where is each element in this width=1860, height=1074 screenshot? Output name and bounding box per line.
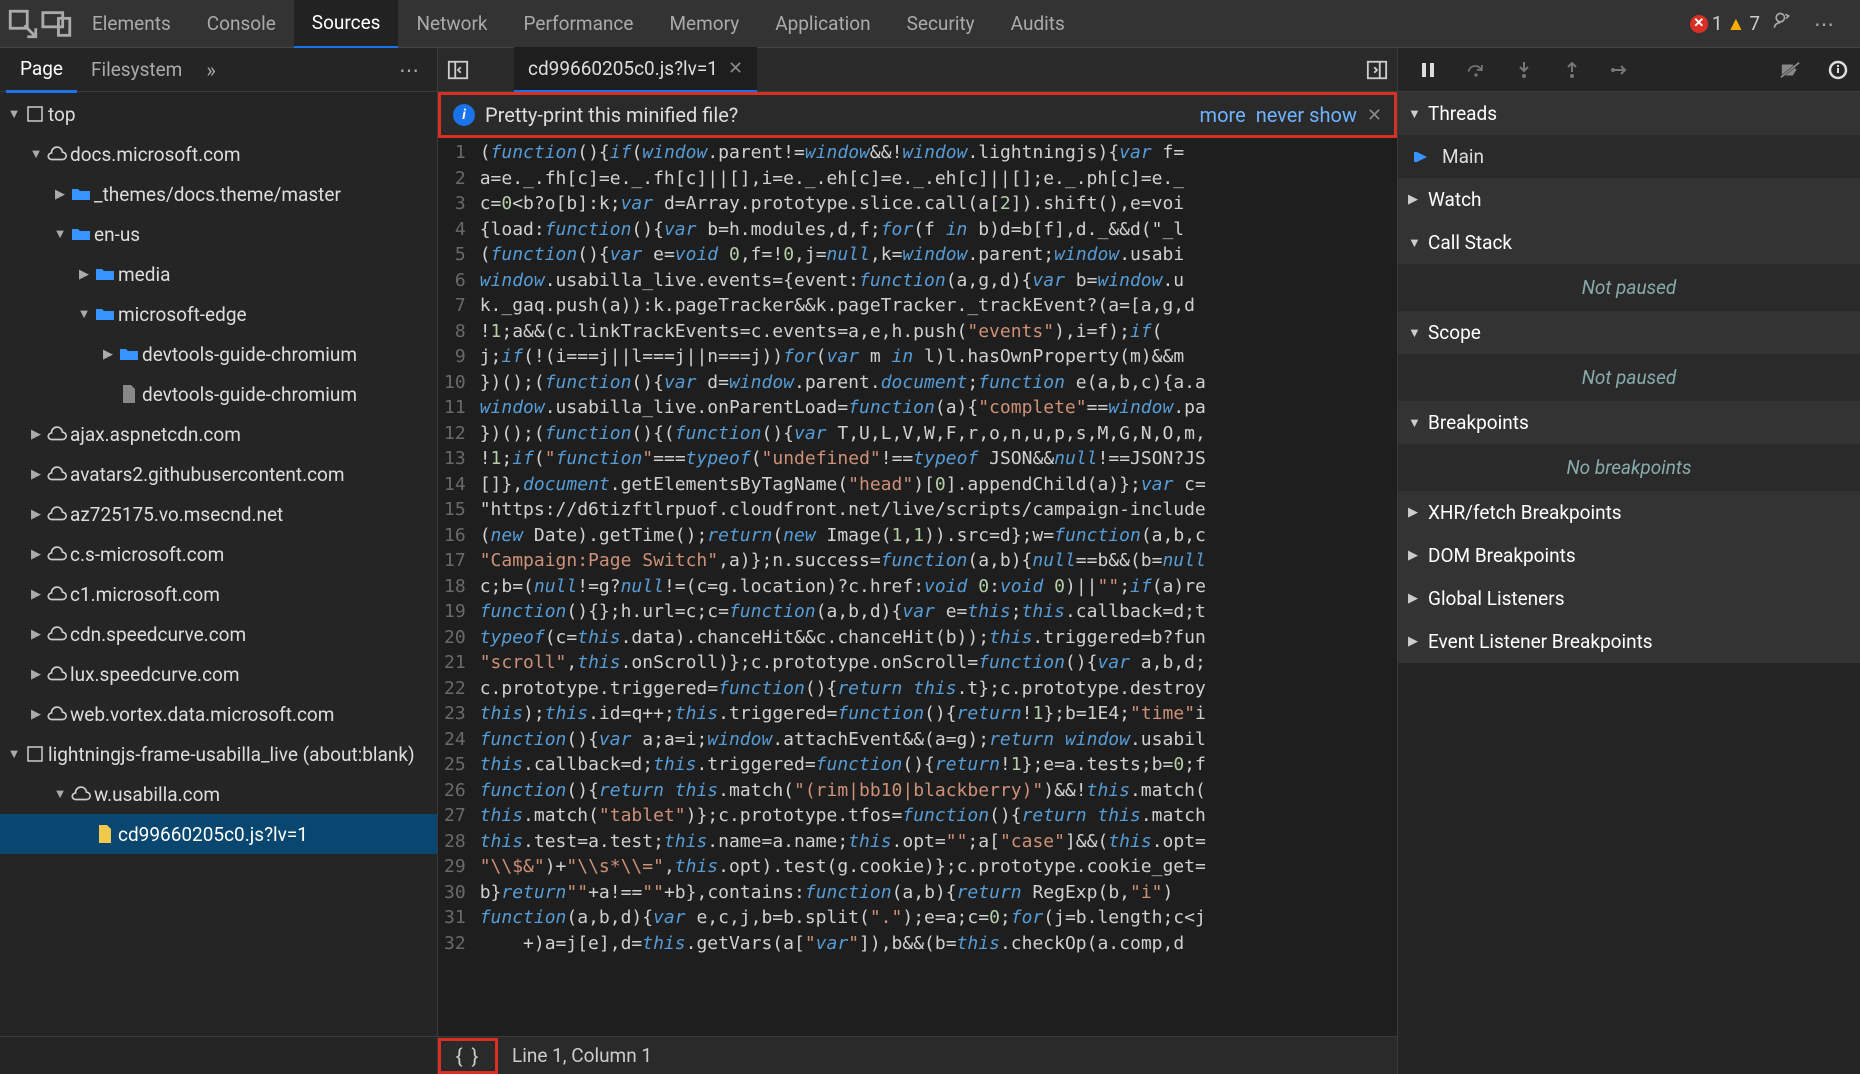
tree-domain[interactable]: ▶avatars2.githubusercontent.com	[0, 454, 437, 494]
error-count: 1	[1712, 12, 1723, 35]
editor-tab-label: cd99660205c0.js?lv=1	[528, 57, 718, 80]
toggle-debugger-icon[interactable]	[1361, 54, 1393, 86]
infobar-more-link[interactable]: more	[1200, 103, 1246, 127]
warning-badge[interactable]: ▲	[1727, 12, 1746, 36]
pretty-print-infobar: i Pretty-print this minified file? more …	[438, 92, 1397, 138]
tree-folder[interactable]: ▼microsoft-edge	[0, 294, 437, 334]
tree-domain[interactable]: ▶cdn.speedcurve.com	[0, 614, 437, 654]
tree-domain[interactable]: ▶ajax.aspnetcdn.com	[0, 414, 437, 454]
inspect-icon[interactable]	[6, 7, 40, 41]
dbg-section-breakpoints[interactable]: ▼Breakpoints	[1398, 401, 1860, 444]
step-over-button[interactable]	[1454, 52, 1498, 88]
pause-button[interactable]	[1406, 52, 1450, 88]
step-button[interactable]	[1598, 52, 1642, 88]
more-icon[interactable]: ⋯	[1804, 12, 1846, 36]
tab-performance[interactable]: Performance	[506, 0, 652, 47]
pretty-print-button[interactable]: { }	[438, 1038, 498, 1074]
tab-elements[interactable]: Elements	[74, 0, 189, 47]
dbg-section-threads[interactable]: ▼Threads	[1398, 92, 1860, 135]
device-toggle-icon[interactable]	[40, 7, 74, 41]
tab-security[interactable]: Security	[889, 0, 993, 47]
callstack-empty: Not paused	[1398, 264, 1860, 311]
close-tab-icon[interactable]: ✕	[728, 58, 743, 79]
tab-network[interactable]: Network	[398, 0, 505, 47]
left-tab-filesystem[interactable]: Filesystem	[77, 48, 196, 91]
dbg-section-dom[interactable]: ▶DOM Breakpoints	[1398, 534, 1860, 577]
infobar-never-show-link[interactable]: never show	[1256, 103, 1357, 127]
tree-folder[interactable]: ▼en-us	[0, 214, 437, 254]
scope-empty: Not paused	[1398, 354, 1860, 401]
left-tabs-overflow-icon[interactable]: »	[196, 58, 225, 82]
tree-frame[interactable]: ▼lightningjs-frame-usabilla_live (about:…	[0, 734, 437, 774]
tab-memory[interactable]: Memory	[651, 0, 757, 47]
dbg-section-xhr[interactable]: ▶XHR/fetch Breakpoints	[1398, 491, 1860, 534]
tree-domain[interactable]: ▶az725175.vo.msecnd.net	[0, 494, 437, 534]
dbg-section-scope[interactable]: ▼Scope	[1398, 311, 1860, 354]
info-icon: i	[453, 104, 475, 126]
tree-file-selected[interactable]: cd99660205c0.js?lv=1	[0, 814, 437, 854]
left-more-icon[interactable]: ⋯	[389, 58, 431, 82]
tab-sources[interactable]: Sources	[294, 0, 399, 49]
tree-domain[interactable]: ▼docs.microsoft.com	[0, 134, 437, 174]
step-into-button[interactable]	[1502, 52, 1546, 88]
cursor-position: Line 1, Column 1	[498, 1044, 652, 1067]
tree-folder[interactable]: ▶devtools-guide-chromium	[0, 334, 437, 374]
thread-main[interactable]: Main	[1398, 135, 1860, 178]
pause-on-exceptions-button[interactable]	[1816, 52, 1860, 88]
tree-domain[interactable]: ▶web.vortex.data.microsoft.com	[0, 694, 437, 734]
feedback-icon[interactable]	[1764, 11, 1800, 36]
tree-file[interactable]: devtools-guide-chromium	[0, 374, 437, 414]
tree-domain[interactable]: ▶c1.microsoft.com	[0, 574, 437, 614]
file-tree: ▼top ▼docs.microsoft.com ▶_themes/docs.t…	[0, 92, 437, 1036]
dbg-section-watch[interactable]: ▶Watch	[1398, 178, 1860, 221]
tree-domain[interactable]: ▶c.s-microsoft.com	[0, 534, 437, 574]
dbg-section-callstack[interactable]: ▼Call Stack	[1398, 221, 1860, 264]
tab-audits[interactable]: Audits	[993, 0, 1083, 47]
warning-count: 7	[1749, 12, 1760, 35]
step-out-button[interactable]	[1550, 52, 1594, 88]
left-tab-page[interactable]: Page	[6, 47, 77, 93]
close-infobar-icon[interactable]: ✕	[1367, 105, 1382, 126]
code-editor[interactable]: 1234567891011121314151617181920212223242…	[438, 138, 1397, 1036]
toggle-navigator-icon[interactable]	[442, 54, 474, 86]
dbg-section-global[interactable]: ▶Global Listeners	[1398, 577, 1860, 620]
deactivate-breakpoints-button[interactable]	[1768, 52, 1812, 88]
tab-console[interactable]: Console	[189, 0, 294, 47]
tree-domain[interactable]: ▼w.usabilla.com	[0, 774, 437, 814]
tree-frame-top[interactable]: ▼top	[0, 94, 437, 134]
tree-folder[interactable]: ▶media	[0, 254, 437, 294]
editor-tab[interactable]: cd99660205c0.js?lv=1 ✕	[514, 47, 757, 93]
tree-folder[interactable]: ▶_themes/docs.theme/master	[0, 174, 437, 214]
dbg-section-eventlistener[interactable]: ▶Event Listener Breakpoints	[1398, 620, 1860, 663]
error-badge[interactable]: ✕	[1690, 15, 1708, 33]
breakpoints-empty: No breakpoints	[1398, 444, 1860, 491]
tab-application[interactable]: Application	[757, 0, 888, 47]
tree-domain[interactable]: ▶lux.speedcurve.com	[0, 654, 437, 694]
infobar-message: Pretty-print this minified file?	[485, 103, 1190, 127]
